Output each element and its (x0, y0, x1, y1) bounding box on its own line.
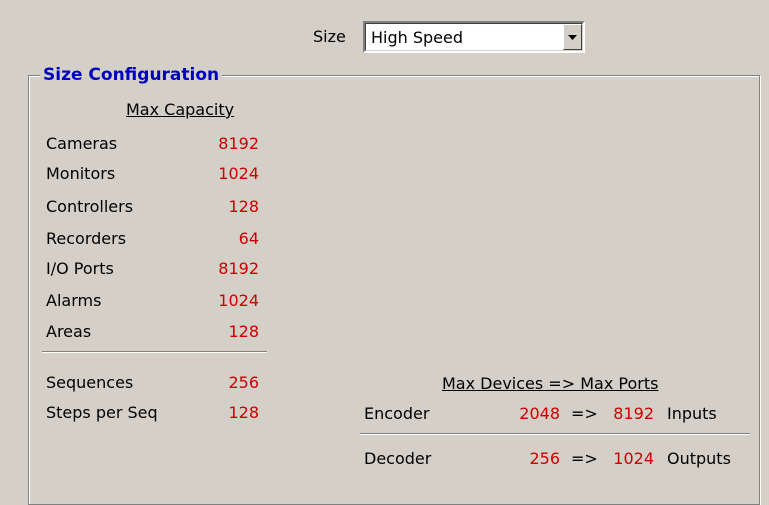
encoder-ports: 8192 (613, 404, 654, 423)
recorders-value: 64 (238, 229, 259, 248)
decoder-direction: Outputs (667, 449, 731, 468)
max-devices-header: Max Devices => Max Ports (442, 374, 659, 393)
io-ports-label: I/O Ports (46, 259, 114, 278)
io-ports-value: 8192 (218, 259, 259, 278)
group-title: Size Configuration (40, 64, 223, 86)
recorders-label: Recorders (46, 229, 127, 248)
devices-separator (360, 433, 750, 435)
size-dropdown[interactable]: High Speed (363, 21, 585, 53)
areas-value: 128 (228, 322, 259, 341)
controllers-value: 128 (228, 197, 259, 216)
controllers-label: Controllers (46, 197, 134, 216)
monitors-label: Monitors (46, 164, 116, 183)
size-label: Size (313, 27, 346, 46)
alarms-label: Alarms (46, 291, 102, 310)
sequences-label: Sequences (46, 373, 134, 392)
chevron-down-icon (568, 35, 577, 40)
cameras-value: 8192 (218, 134, 259, 153)
decoder-label: Decoder (364, 449, 432, 468)
decoder-ports: 1024 (613, 449, 654, 468)
cameras-label: Cameras (46, 134, 118, 153)
areas-label: Areas (46, 322, 92, 341)
encoder-count: 2048 (519, 404, 560, 423)
capacity-separator (42, 351, 267, 353)
size-configuration-group (28, 75, 760, 505)
steps-per-seq-value: 128 (228, 403, 259, 422)
encoder-direction: Inputs (667, 404, 717, 423)
encoder-label: Encoder (364, 404, 430, 423)
size-dropdown-value: High Speed (371, 28, 464, 47)
monitors-value: 1024 (218, 164, 259, 183)
steps-per-seq-label: Steps per Seq (46, 403, 158, 422)
sequences-value: 256 (228, 373, 259, 392)
decoder-count: 256 (529, 449, 560, 468)
max-capacity-header: Max Capacity (126, 100, 235, 119)
dropdown-arrow-button[interactable] (563, 24, 582, 50)
alarms-value: 1024 (218, 291, 259, 310)
